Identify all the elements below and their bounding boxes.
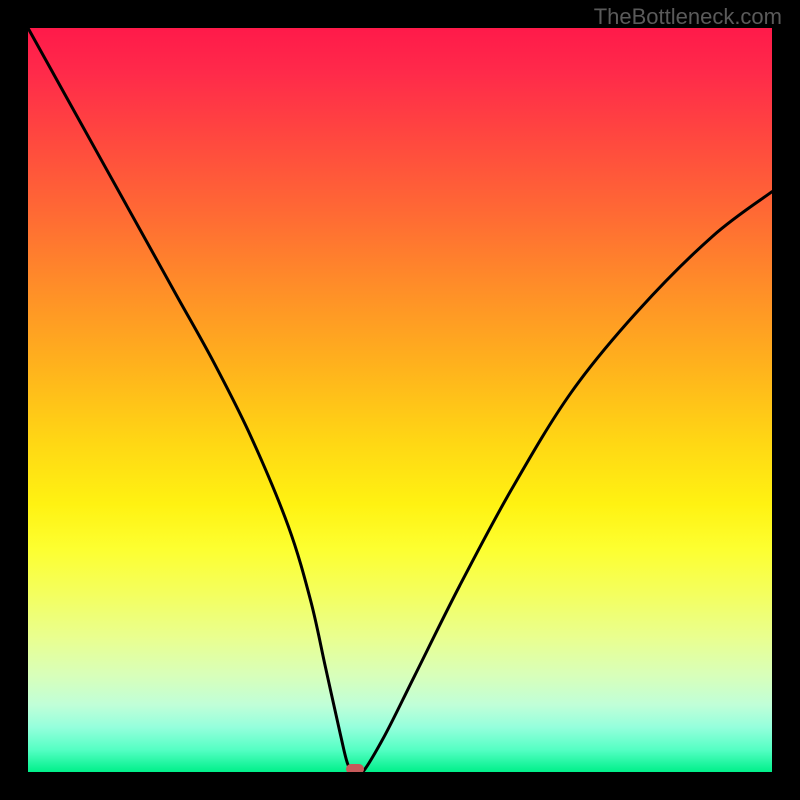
chart-curve-svg bbox=[28, 28, 772, 772]
chart-plot-area bbox=[28, 28, 772, 772]
bottleneck-curve bbox=[28, 28, 772, 772]
optimal-point-marker bbox=[346, 764, 364, 772]
watermark-text: TheBottleneck.com bbox=[594, 4, 782, 30]
